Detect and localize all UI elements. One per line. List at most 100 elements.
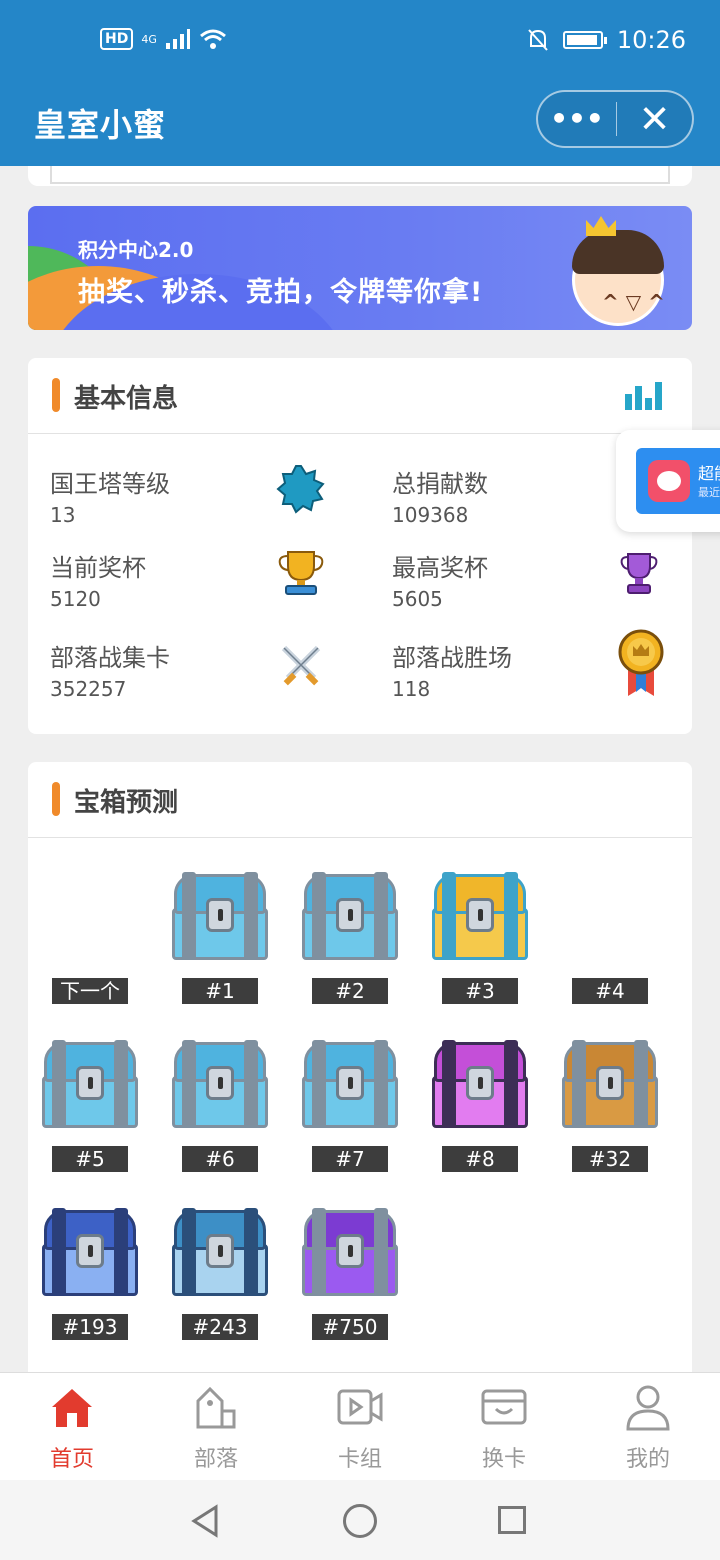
stat-label: 部落战集卡	[50, 644, 170, 672]
chest-label: #5	[52, 1146, 128, 1172]
trophy-purple-icon	[620, 553, 658, 594]
crossed-swords-icon	[281, 645, 321, 686]
tab-label: 卡组	[337, 1447, 382, 1472]
epic-chest-icon	[300, 1204, 400, 1300]
mascot-hair	[572, 230, 664, 274]
floating-promo-subtitle: 最近	[698, 486, 720, 499]
close-icon[interactable]: ✕	[617, 100, 692, 138]
tab-label: 部落	[193, 1447, 238, 1472]
chest-label: #4	[572, 978, 648, 1004]
crown-icon	[586, 216, 616, 236]
chest-item: #5	[30, 1036, 150, 1186]
panda-logo-icon	[648, 460, 690, 502]
basic-info-title: 基本信息	[74, 384, 179, 414]
stat-clan-war-wins: 部落战胜场 118	[392, 638, 512, 701]
status-right: 10:26	[527, 26, 686, 54]
app-header: 皇室小蜜 ••• ✕	[0, 84, 720, 166]
chest-label: #2	[312, 978, 388, 1004]
card-exchange-icon	[481, 1389, 527, 1425]
basic-info-header: 基本信息	[28, 358, 692, 434]
chest-item: #7	[290, 1036, 410, 1186]
chest-label: #1	[182, 978, 258, 1004]
chest-item: 下一个	[30, 868, 150, 1018]
silver-chest-icon	[300, 1036, 400, 1132]
tab-label: 首页	[49, 1447, 94, 1472]
tab-home[interactable]: 首页	[0, 1373, 144, 1481]
chest-grid: 下一个 #1 #2 #3 #4 #5 #6 #7 #8 #32 #193 #243 #750	[28, 838, 692, 1372]
wifi-icon	[199, 29, 226, 49]
home-circle-icon[interactable]	[343, 1504, 377, 1538]
chest-item: #750	[290, 1204, 410, 1354]
stat-value: 118	[392, 677, 431, 701]
tab-card-exchange[interactable]: 换卡	[432, 1373, 576, 1481]
more-dots-icon[interactable]: •••	[538, 105, 616, 133]
tab-deck[interactable]: 卡组	[288, 1373, 432, 1481]
chest-item: #243	[160, 1204, 280, 1354]
king-level-badge-icon	[276, 465, 325, 514]
stat-king-level: 国王塔等级 13	[50, 464, 170, 527]
recents-square-icon[interactable]	[498, 1506, 526, 1534]
status-bar: HD 4G 10:26	[0, 0, 720, 84]
section-accent-bar	[52, 378, 60, 412]
banner-subtitle: 积分中心2.0	[78, 238, 194, 262]
chest-label: #8	[442, 1146, 518, 1172]
chest-label: #750	[312, 1314, 388, 1340]
magic-chest-icon	[430, 1036, 530, 1132]
chest-item: #32	[550, 1036, 670, 1186]
gold-chest-icon	[430, 868, 530, 964]
banner-headline: 抽奖、秒杀、竞拍，令牌等你拿!	[78, 277, 484, 308]
stat-current-trophies: 当前奖杯 5120	[50, 548, 146, 611]
stat-label: 最高奖杯	[392, 554, 488, 582]
stat-label: 国王塔等级	[50, 470, 170, 498]
hd-badge: HD	[100, 28, 134, 50]
chest-prediction-header: 宝箱预测	[28, 762, 692, 838]
chest-item: #4	[550, 868, 670, 1018]
medal-icon	[618, 629, 664, 696]
basic-info-card: 基本信息 国王塔等级 13 总捐献数 109368 当前奖杯 5120 最高奖杯…	[28, 358, 692, 734]
points-center-banner[interactable]: 积分中心2.0 抽奖、秒杀、竞拍，令牌等你拿! ^ ▽ ^	[28, 206, 692, 330]
mini-program-capsule: ••• ✕	[536, 90, 694, 148]
stat-value: 109368	[392, 503, 469, 527]
tab-label: 换卡	[481, 1447, 526, 1472]
chest-label: #32	[572, 1146, 648, 1172]
stat-clan-war-cards: 部落战集卡 352257	[50, 638, 170, 701]
tab-clan[interactable]: 部落	[144, 1373, 288, 1481]
stat-total-donations: 总捐献数 109368	[392, 464, 488, 527]
bar-chart-icon[interactable]	[625, 382, 662, 410]
stat-best-trophies: 最高奖杯 5605	[392, 548, 488, 611]
chest-label: #243	[182, 1314, 258, 1340]
network-type: 4G	[141, 32, 157, 46]
mute-bell-icon	[528, 29, 548, 51]
chest-item: #2	[290, 868, 410, 1018]
stat-value: 13	[50, 503, 76, 527]
floating-promo-widget[interactable]: 超能 最近	[616, 430, 720, 532]
app-title: 皇室小蜜	[34, 106, 167, 144]
chest-item: #8	[420, 1036, 540, 1186]
lightning-chest-icon	[40, 1204, 140, 1300]
chest-item: #3	[420, 868, 540, 1018]
chest-prediction-title: 宝箱预测	[74, 788, 179, 818]
wooden-chest-icon	[560, 1036, 660, 1132]
silver-chest-icon	[300, 868, 400, 964]
floating-promo-title: 超能	[698, 464, 720, 483]
stat-label: 当前奖杯	[50, 554, 146, 582]
previous-card-bottom	[28, 166, 692, 186]
system-nav-bar	[0, 1480, 720, 1560]
chest-label: #193	[52, 1314, 128, 1340]
tab-label: 我的	[625, 1447, 670, 1472]
stat-label: 部落战胜场	[392, 644, 512, 672]
chest-label: 下一个	[52, 978, 128, 1004]
legendary-chest-icon	[170, 1204, 270, 1300]
tab-profile[interactable]: 我的	[576, 1373, 720, 1481]
signal-icon	[165, 29, 190, 49]
back-triangle-icon[interactable]	[190, 1504, 220, 1538]
trophy-gold-icon	[278, 551, 324, 595]
chest-label: #6	[182, 1146, 258, 1172]
bottom-tab-bar: 首页 部落 卡组 换卡 我的	[0, 1372, 720, 1480]
chest-item: #6	[160, 1036, 280, 1186]
profile-icon	[626, 1385, 670, 1431]
silver-chest-icon	[40, 1036, 140, 1132]
section-accent-bar	[52, 782, 60, 816]
clan-icon	[196, 1386, 236, 1429]
previous-card-input	[50, 166, 670, 184]
